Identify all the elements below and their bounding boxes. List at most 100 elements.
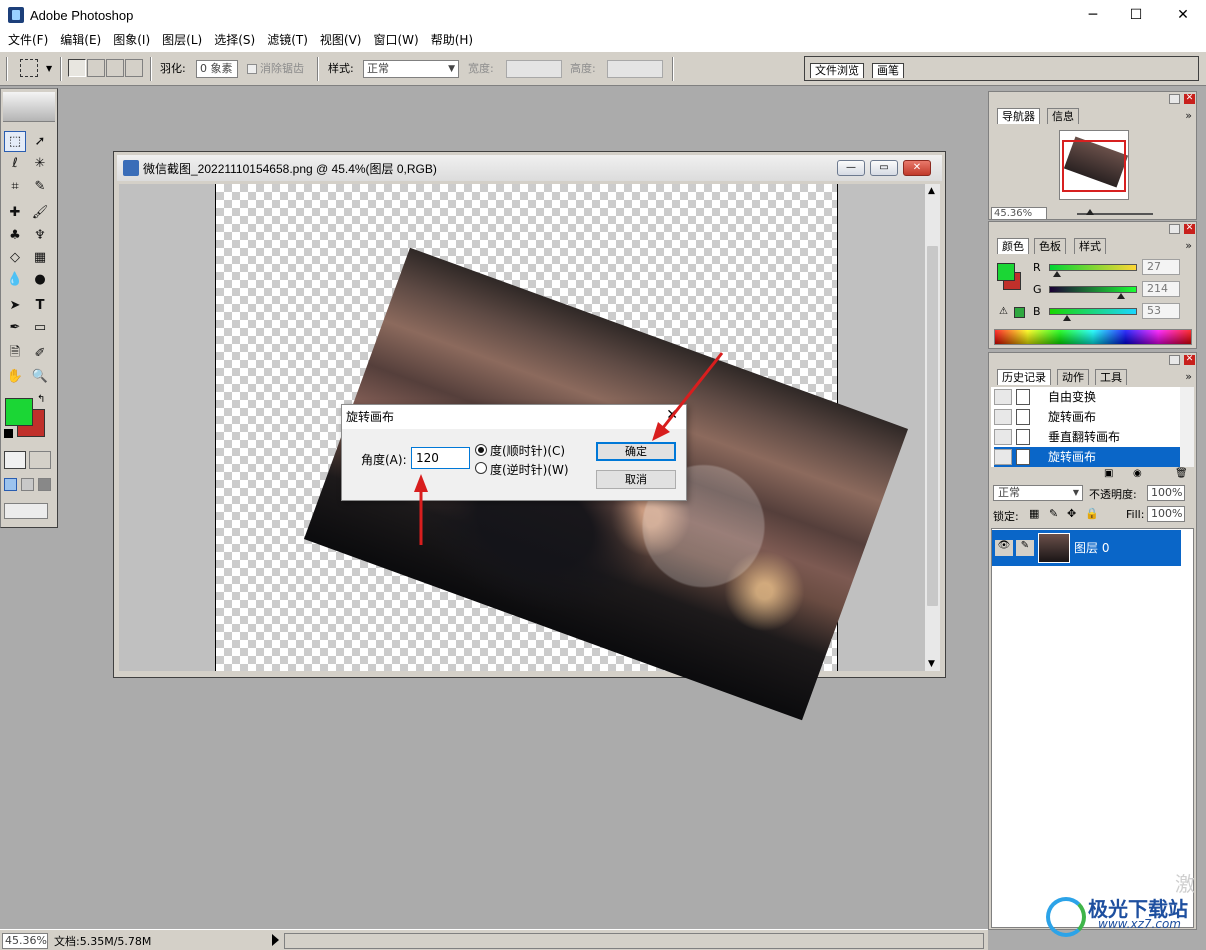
move-tool-icon[interactable]: ➚: [29, 131, 51, 152]
history-item[interactable]: 旋转画布: [994, 407, 1183, 427]
palette-well-tab-brushes[interactable]: 画笔: [872, 63, 904, 78]
blue-slider[interactable]: [1049, 308, 1137, 315]
color-ramp[interactable]: [994, 329, 1192, 345]
pen-tool-icon[interactable]: ✒: [4, 317, 26, 338]
gamut-warning-icon[interactable]: ⚠: [999, 306, 1008, 317]
subtract-selection-button[interactable]: [106, 59, 124, 77]
history-scrollbar[interactable]: [1180, 387, 1194, 467]
intersect-selection-button[interactable]: [125, 59, 143, 77]
history-brush-icon[interactable]: ♆: [29, 225, 51, 246]
magic-wand-icon[interactable]: ✳: [29, 153, 51, 174]
standard-screen-mode-icon[interactable]: [4, 478, 17, 491]
height-input[interactable]: [607, 60, 663, 78]
marquee-preset-picker[interactable]: [20, 59, 38, 77]
navigator-zoom-input[interactable]: 45.36%: [991, 207, 1047, 220]
palette-close-button[interactable]: ✕: [1184, 224, 1195, 234]
history-snapshot-checkbox[interactable]: [994, 389, 1012, 405]
marquee-tool-icon[interactable]: ⬚: [4, 131, 26, 152]
full-screen-mode-icon[interactable]: [38, 478, 51, 491]
history-snapshot-checkbox[interactable]: [994, 409, 1012, 425]
red-slider-handle[interactable]: [1053, 271, 1061, 277]
gamut-color-swatch[interactable]: [1014, 307, 1025, 318]
maximize-window-button[interactable]: ☐: [1113, 0, 1159, 30]
blend-mode-select[interactable]: 正常 ▼: [993, 485, 1083, 501]
menu-file[interactable]: 文件(F): [2, 30, 54, 51]
gradient-tool-icon[interactable]: ▦: [29, 247, 51, 268]
new-document-from-state-icon[interactable]: ▣: [1104, 468, 1113, 479]
lock-image-icon[interactable]: ✎: [1049, 507, 1058, 520]
green-slider[interactable]: [1049, 286, 1137, 293]
close-window-button[interactable]: ✕: [1160, 0, 1206, 30]
green-slider-handle[interactable]: [1117, 293, 1125, 299]
menu-filter[interactable]: 滤镜(T): [261, 30, 314, 51]
brush-tool-icon[interactable]: 🖌: [29, 202, 51, 223]
color-foreground-swatch[interactable]: [997, 263, 1015, 281]
red-slider[interactable]: [1049, 264, 1137, 271]
hand-tool-icon[interactable]: ✋: [4, 366, 26, 387]
palette-menu-icon[interactable]: »: [1185, 370, 1192, 383]
vertical-scrollbar[interactable]: ▲ ▼: [924, 184, 940, 671]
cancel-button[interactable]: 取消: [596, 470, 676, 489]
clockwise-radio[interactable]: [475, 444, 487, 456]
opacity-input[interactable]: 100%: [1147, 485, 1185, 501]
dialog-close-icon[interactable]: ✕: [666, 407, 678, 423]
eye-icon[interactable]: 👁: [995, 540, 1013, 556]
tab-swatches[interactable]: 色板: [1034, 238, 1066, 254]
blur-tool-icon[interactable]: 💧: [4, 269, 26, 290]
scrollbar-thumb[interactable]: [927, 246, 938, 606]
add-to-selection-button[interactable]: [87, 59, 105, 77]
navigator-thumbnail[interactable]: [1059, 130, 1129, 200]
lock-all-icon[interactable]: 🔒: [1085, 507, 1099, 520]
status-menu-arrow-icon[interactable]: [272, 934, 279, 946]
history-item[interactable]: 自由变换: [994, 387, 1183, 407]
layer-row[interactable]: 👁 ✎ 图层 0: [992, 530, 1181, 566]
clone-stamp-icon[interactable]: ♣: [4, 225, 26, 246]
type-tool-icon[interactable]: T: [29, 295, 51, 316]
menu-select[interactable]: 选择(S): [208, 30, 261, 51]
crop-tool-icon[interactable]: ⌗: [4, 176, 26, 197]
tab-color[interactable]: 颜色: [997, 238, 1029, 254]
red-value-input[interactable]: 27: [1142, 259, 1180, 275]
document-minimize-button[interactable]: —: [837, 160, 865, 176]
tab-history[interactable]: 历史记录: [997, 369, 1051, 385]
scroll-up-icon[interactable]: ▲: [928, 186, 935, 196]
eyedropper-tool-icon[interactable]: ✐: [29, 343, 51, 364]
scroll-down-icon[interactable]: ▼: [928, 659, 935, 669]
zoom-tool-icon[interactable]: 🔍: [29, 366, 51, 387]
menu-help[interactable]: 帮助(H): [425, 30, 479, 51]
shape-tool-icon[interactable]: ▭: [29, 317, 51, 338]
palette-menu-icon[interactable]: »: [1185, 109, 1192, 122]
dodge-tool-icon[interactable]: ●: [29, 269, 51, 290]
tab-info[interactable]: 信息: [1047, 108, 1079, 124]
fill-input[interactable]: 100%: [1147, 506, 1185, 522]
standard-mode-icon[interactable]: [4, 451, 26, 469]
palette-menu-icon[interactable]: »: [1185, 239, 1192, 252]
status-zoom-input[interactable]: 45.36%: [2, 933, 48, 949]
jump-to-imageready-icon[interactable]: [4, 503, 48, 519]
counterclockwise-radio[interactable]: [475, 462, 487, 474]
menu-layer[interactable]: 图层(L): [156, 30, 208, 51]
menu-edit[interactable]: 编辑(E): [54, 30, 107, 51]
width-input[interactable]: [506, 60, 562, 78]
antialias-checkbox[interactable]: [247, 64, 257, 74]
history-item[interactable]: 垂直翻转画布: [994, 427, 1183, 447]
angle-input[interactable]: 120: [411, 447, 470, 469]
camera-icon[interactable]: ◉: [1133, 468, 1142, 479]
lasso-tool-icon[interactable]: ℓ: [4, 153, 26, 174]
ok-button[interactable]: 确定: [596, 442, 676, 461]
full-screen-menu-mode-icon[interactable]: [21, 478, 34, 491]
palette-minimize-button[interactable]: [1169, 94, 1180, 104]
palette-close-button[interactable]: ✕: [1184, 94, 1195, 104]
tab-tool-presets[interactable]: 工具: [1095, 369, 1127, 385]
navigator-slider-handle[interactable]: [1086, 209, 1094, 215]
feather-input[interactable]: 0 象素: [196, 60, 238, 78]
blue-value-input[interactable]: 53: [1142, 303, 1180, 319]
minimize-window-button[interactable]: ─: [1070, 0, 1116, 30]
palette-minimize-button[interactable]: [1169, 224, 1180, 234]
menu-view[interactable]: 视图(V): [314, 30, 368, 51]
adobe-feather-icon[interactable]: [3, 92, 55, 122]
slice-tool-icon[interactable]: ✎: [29, 176, 51, 197]
trash-icon[interactable]: 🗑: [1175, 468, 1188, 479]
chevron-down-icon[interactable]: ▼: [46, 60, 52, 78]
menu-window[interactable]: 窗口(W): [367, 30, 424, 51]
